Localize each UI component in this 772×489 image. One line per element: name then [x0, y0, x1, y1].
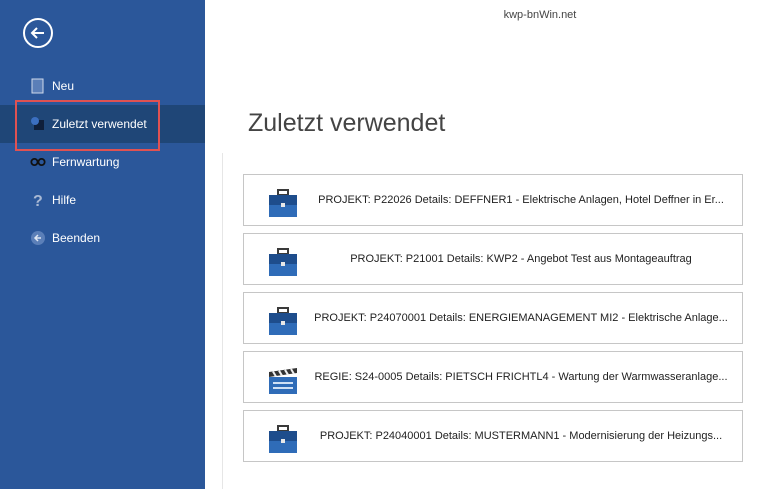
recent-item-text: REGIE: S24-0005 Details: PIETSCH FRICHTL…: [314, 371, 728, 383]
nav-label-neu: Neu: [52, 79, 75, 93]
exit-icon: [30, 230, 46, 246]
nav-label-fernwartung: Fernwartung: [52, 155, 120, 169]
clapperboard-icon: [269, 368, 297, 394]
briefcase-icon: [269, 425, 297, 453]
backstage-sidebar: Neu Zuletzt verwendet Fernwartung ? Hilf…: [0, 0, 205, 489]
recent-item[interactable]: REGIE: S24-0005 Details: PIETSCH FRICHTL…: [243, 351, 743, 403]
page-title: Zuletzt verwendet: [248, 108, 446, 137]
nav-item-hilfe[interactable]: ? Hilfe: [0, 181, 205, 219]
back-button[interactable]: [23, 18, 53, 48]
recent-list: PROJEKT: P22026 Details: DEFFNER1 - Elek…: [243, 174, 743, 469]
recent-item[interactable]: PROJEKT: P24070001 Details: ENERGIEMANAG…: [243, 292, 743, 344]
svg-text:?: ?: [33, 193, 43, 208]
briefcase-icon: [269, 189, 297, 217]
briefcase-icon: [269, 248, 297, 276]
briefcase-icon: [269, 307, 297, 335]
recent-item[interactable]: PROJEKT: P24040001 Details: MUSTERMANN1 …: [243, 410, 743, 462]
nav-item-beenden[interactable]: Beenden: [0, 219, 205, 257]
recent-item[interactable]: PROJEKT: P22026 Details: DEFFNER1 - Elek…: [243, 174, 743, 226]
recent-item[interactable]: PROJEKT: P21001 Details: KWP2 - Angebot …: [243, 233, 743, 285]
back-arrow-icon: [30, 27, 44, 39]
new-icon: [30, 78, 46, 94]
help-icon: ?: [30, 192, 46, 208]
highlight-annotation: [15, 100, 160, 151]
nav-label-hilfe: Hilfe: [52, 193, 77, 207]
nav-label-beenden: Beenden: [52, 231, 101, 245]
divider: [222, 153, 223, 489]
remote-icon: [30, 154, 46, 170]
recent-item-text: PROJEKT: P24070001 Details: ENERGIEMANAG…: [314, 312, 728, 324]
recent-item-text: PROJEKT: P21001 Details: KWP2 - Angebot …: [350, 253, 692, 265]
recent-item-text: PROJEKT: P24040001 Details: MUSTERMANN1 …: [319, 430, 723, 442]
recent-item-text: PROJEKT: P22026 Details: DEFFNER1 - Elek…: [318, 194, 724, 206]
